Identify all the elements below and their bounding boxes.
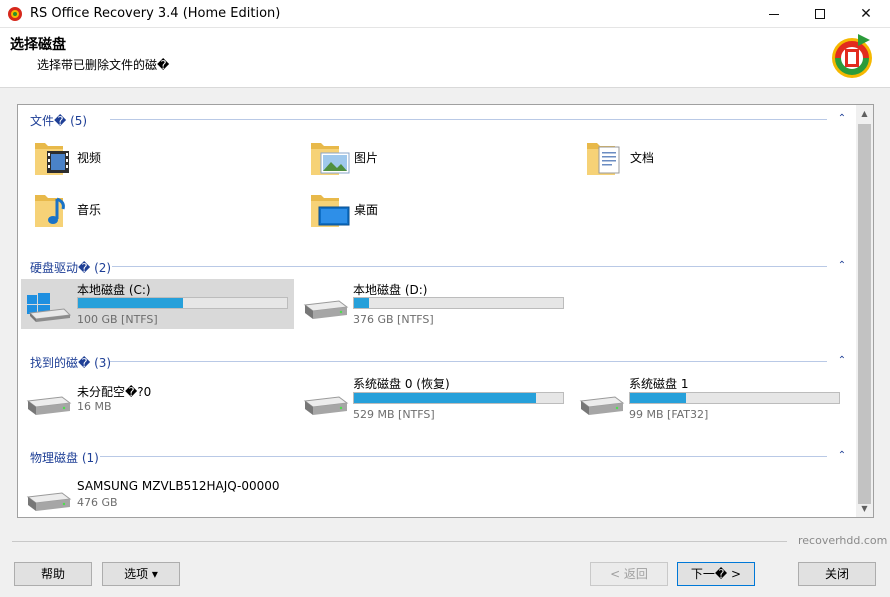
group-title-found-disks: 找到的磁� (3)	[30, 356, 112, 370]
desktop-folder-icon	[311, 195, 350, 227]
drive-size: 16 MB	[77, 400, 112, 413]
pictures-folder-icon	[311, 143, 350, 175]
window-title: RS Office Recovery 3.4 (Home Edition)	[30, 6, 281, 21]
hard-drive-icon	[26, 396, 72, 415]
found-disk-unallocated[interactable]: 未分配空�?0 16 MB	[21, 375, 294, 425]
vertical-scrollbar[interactable]: ▲ ▼	[856, 105, 873, 517]
usage-bar	[77, 297, 288, 309]
group-divider	[110, 119, 827, 120]
folder-label: 图片	[354, 151, 379, 165]
title-bar: RS Office Recovery 3.4 (Home Edition) ✕	[0, 0, 890, 28]
usage-bar	[353, 392, 564, 404]
drive-label: 本地磁盘 (C:)	[77, 283, 151, 297]
drive-size: 99 MB [FAT32]	[629, 408, 709, 421]
drive-label: 未分配空�?0	[77, 385, 152, 399]
close-icon: ✕	[860, 6, 872, 22]
scroll-down-icon[interactable]: ▼	[856, 500, 873, 517]
usage-bar-fill	[354, 393, 536, 403]
usage-bar	[353, 297, 564, 309]
back-button[interactable]: < 返回	[590, 562, 668, 586]
group-divider	[112, 266, 827, 267]
drive-item-c[interactable]: 本地磁盘 (C:) 100 GB [NTFS]	[21, 279, 294, 329]
folder-label: 视频	[77, 151, 102, 165]
drive-size: 529 MB [NTFS]	[353, 408, 435, 421]
group-title-files: 文件� (5)	[30, 114, 88, 128]
group-divider	[110, 361, 827, 362]
next-button[interactable]: 下一� >	[677, 562, 755, 586]
page-subtitle: 选择带已删除文件的磁�	[37, 58, 170, 72]
usage-bar-fill	[630, 393, 687, 403]
folder-item-desktop[interactable]: 桌面	[306, 187, 576, 231]
wizard-header: 选择磁盘 选择带已删除文件的磁�	[0, 28, 890, 88]
minimize-icon	[769, 13, 779, 15]
hard-drive-icon	[26, 492, 72, 511]
app-logo-icon	[8, 7, 22, 21]
drive-label: 本地磁盘 (D:)	[353, 283, 428, 297]
scroll-up-icon[interactable]: ▲	[856, 105, 873, 122]
collapse-chevron-icon[interactable]: ⌃	[836, 260, 848, 272]
folder-item-documents[interactable]: 文档	[582, 135, 832, 179]
group-title-physical-disks: 物理磁盘 (1)	[30, 451, 99, 465]
usage-bar-fill	[78, 298, 183, 308]
drive-item-d[interactable]: 本地磁盘 (D:) 376 GB [NTFS]	[300, 279, 573, 329]
folder-item-video[interactable]: 视频	[30, 135, 300, 179]
windows-drive-icon	[27, 293, 72, 322]
drive-label: SAMSUNG MZVLB512HAJQ-00000	[77, 479, 280, 493]
close-window-button[interactable]: ✕	[843, 0, 889, 28]
documents-folder-icon	[587, 143, 620, 175]
close-button[interactable]: 关闭	[798, 562, 876, 586]
found-disk-system-1[interactable]: 系统磁盘 1 99 MB [FAT32]	[576, 375, 849, 425]
maximize-button[interactable]	[797, 0, 843, 28]
drive-label: 系统磁盘 1	[629, 377, 689, 391]
music-folder-icon	[35, 195, 65, 227]
maximize-icon	[815, 9, 825, 19]
footer-brand: recoverhdd.com	[798, 534, 888, 547]
footer-divider	[12, 541, 787, 542]
hard-drive-icon	[303, 300, 349, 319]
folder-label: 音乐	[77, 203, 102, 217]
page-title: 选择磁盘	[10, 37, 66, 53]
drive-label: 系统磁盘 0 (恢复)	[353, 377, 450, 391]
usage-bar	[629, 392, 840, 404]
hard-drive-icon	[579, 396, 625, 415]
scrollbar-thumb[interactable]	[858, 124, 871, 504]
hard-drive-icon	[303, 396, 349, 415]
group-divider	[100, 456, 827, 457]
folder-item-pictures[interactable]: 图片	[306, 135, 576, 179]
brand-logo-icon	[832, 34, 872, 78]
minimize-button[interactable]	[751, 0, 797, 28]
drive-size: 376 GB [NTFS]	[353, 313, 434, 326]
collapse-chevron-icon[interactable]: ⌃	[836, 450, 848, 462]
collapse-chevron-icon[interactable]: ⌃	[836, 113, 848, 125]
disk-list-panel[interactable]: 文件� (5) ⌃ 视频 图片 文档 音乐 桌面 硬盘驱动� (2) ⌃ 本地磁…	[17, 104, 874, 518]
collapse-chevron-icon[interactable]: ⌃	[836, 355, 848, 367]
group-title-hard-drives: 硬盘驱动� (2)	[30, 261, 112, 275]
help-button[interactable]: 帮助	[14, 562, 92, 586]
folder-label: 文档	[630, 151, 655, 165]
found-disk-system-0[interactable]: 系统磁盘 0 (恢复) 529 MB [NTFS]	[300, 375, 573, 425]
video-folder-icon	[35, 143, 69, 175]
folder-item-music[interactable]: 音乐	[30, 187, 300, 231]
options-button[interactable]: 选项 ▾	[102, 562, 180, 586]
physical-disk-samsung[interactable]: SAMSUNG MZVLB512HAJQ-00000 476 GB	[21, 471, 294, 517]
drive-size: 100 GB [NTFS]	[77, 313, 158, 326]
usage-bar-fill	[354, 298, 369, 308]
folder-label: 桌面	[354, 203, 379, 217]
drive-size: 476 GB	[77, 496, 118, 509]
